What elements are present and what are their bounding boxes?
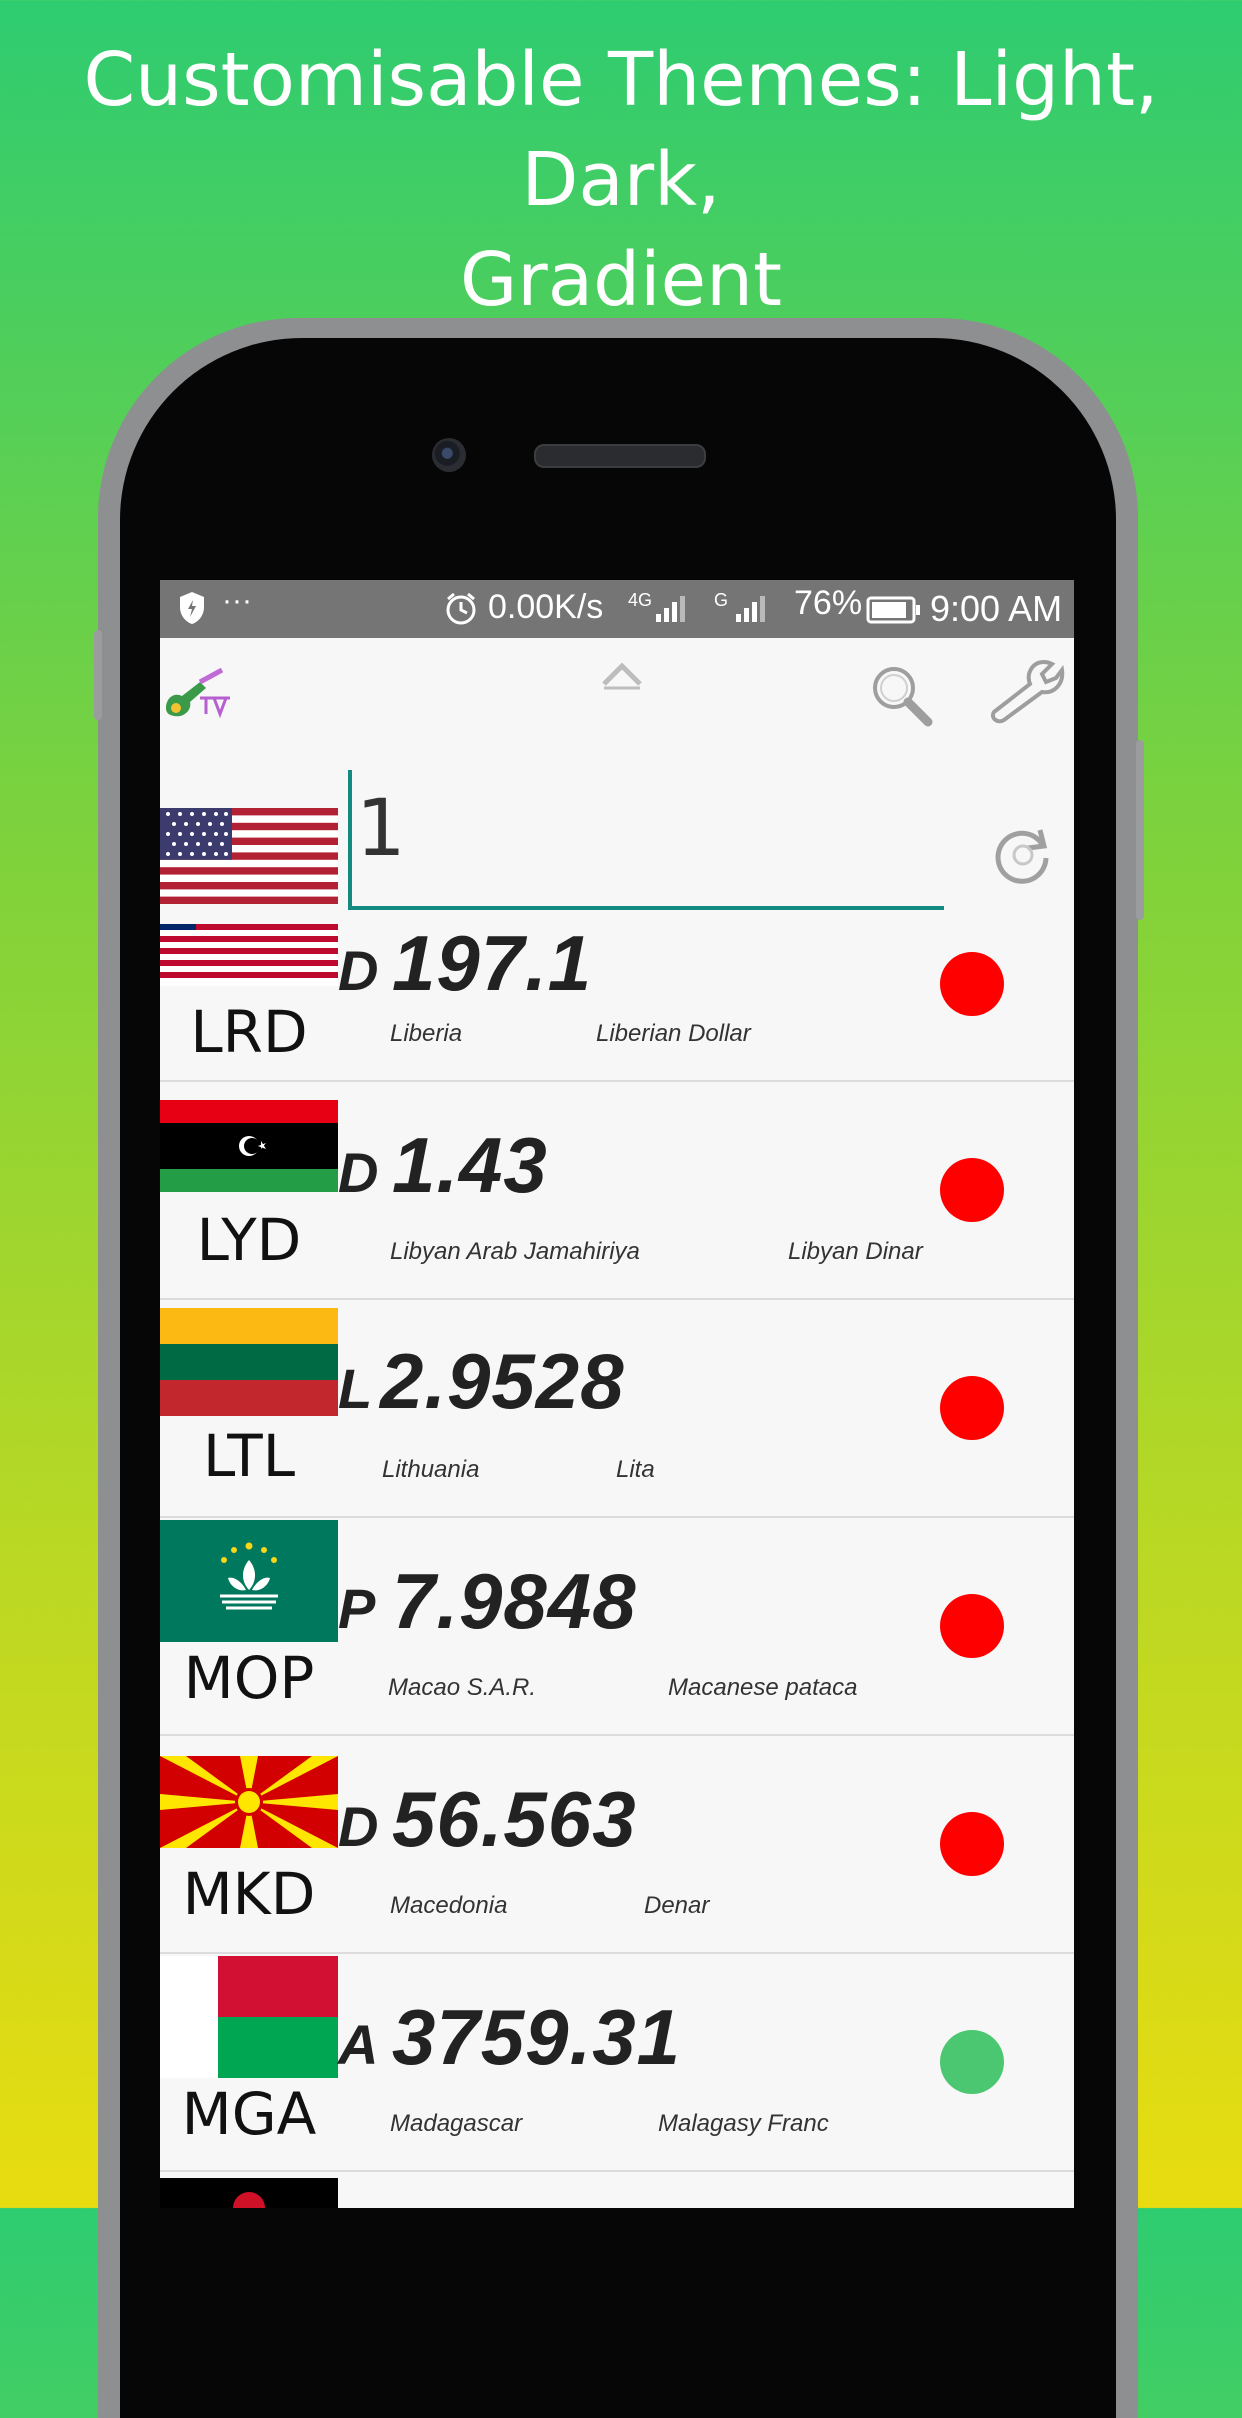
phone-side-button-left — [94, 630, 102, 720]
country-name: Macao S.A.R. — [388, 1674, 537, 1701]
network-type-1: 4G — [628, 590, 653, 610]
status-dot[interactable] — [940, 2030, 1004, 2094]
app-toolbar — [160, 638, 1074, 770]
network-type-2: G — [714, 590, 729, 610]
liberia-flag-icon — [160, 924, 338, 986]
chevron-up-icon[interactable] — [600, 660, 644, 690]
us-flag-icon[interactable] — [160, 808, 338, 904]
status-dot[interactable] — [940, 1158, 1004, 1222]
currency-code: LYD — [196, 1206, 302, 1274]
wrench-icon[interactable] — [986, 656, 1065, 726]
currency-name: Malagasy Franc — [658, 2110, 829, 2137]
search-icon[interactable] — [866, 660, 936, 730]
currency-row-mga[interactable]: MGA A 3759.31 Madagascar Malagasy Franc — [160, 1954, 1074, 2172]
currency-symbol: D — [338, 1141, 379, 1204]
currency-name: Macanese pataca — [668, 1674, 858, 1701]
status-dot[interactable] — [940, 952, 1004, 1016]
converted-value: 197.1 — [392, 919, 593, 1007]
converted-value: 56.563 — [392, 1775, 637, 1863]
phone-side-button-right — [1136, 740, 1144, 920]
promo-headline: Customisable Themes: Light, Dark, Gradie… — [0, 30, 1242, 330]
converted-value: 3759.31 — [392, 1993, 681, 2081]
status-dot[interactable] — [940, 1594, 1004, 1658]
currency-symbol: D — [338, 939, 379, 1002]
currency-row-ltl[interactable]: LTL L 2.9528 Lithuania Lita — [160, 1300, 1074, 1518]
currency-name: Denar — [644, 1892, 710, 1919]
currency-code: MGA — [181, 2080, 317, 2148]
alarm-icon — [444, 592, 478, 635]
status-bar: ··· 0.00K/s 4G G 76% 9:00 AM — [160, 580, 1074, 638]
status-more: ··· — [222, 584, 252, 617]
refresh-icon[interactable] — [990, 822, 1056, 888]
battery-percent: 76% — [794, 584, 863, 622]
status-dot[interactable] — [940, 1376, 1004, 1440]
country-name: Lithuania — [382, 1456, 480, 1483]
currency-name: Libyan Dinar — [788, 1238, 923, 1265]
signal-icon — [656, 592, 696, 633]
currency-row-lrd[interactable]: LRD D 197.1 Liberia Liberian Dollar — [160, 919, 1074, 1082]
madagascar-flag-icon — [160, 1956, 338, 2078]
partial-flag-icon — [160, 2178, 338, 2208]
clock: 9:00 AM — [930, 588, 1063, 629]
libya-flag-icon — [160, 1100, 338, 1192]
currency-symbol: P — [338, 1577, 376, 1640]
country-name: Libyan Arab Jamahiriya — [390, 1238, 640, 1265]
battery-icon — [866, 594, 922, 633]
currency-symbol: A — [338, 2013, 379, 2076]
base-amount-row: 1 — [160, 770, 1074, 912]
converted-value: 1.43 — [392, 1121, 548, 1209]
currency-symbol: D — [338, 1795, 379, 1858]
country-name: Macedonia — [390, 1892, 508, 1919]
amount-input[interactable] — [348, 770, 944, 910]
currency-list: LRD D 197.1 Liberia Liberian Dollar LYD … — [160, 919, 1074, 2208]
currency-code: LTL — [202, 1422, 296, 1490]
currency-row-mop[interactable]: MOP P 7.9848 Macao S.A.R. Macanese patac… — [160, 1518, 1074, 1736]
currency-row-lyd[interactable]: LYD D 1.43 Libyan Arab Jamahiriya Libyan… — [160, 1082, 1074, 1300]
earpiece-speaker — [534, 444, 706, 468]
amount-value: 1 — [356, 784, 406, 874]
status-dot[interactable] — [940, 1812, 1004, 1876]
front-camera — [432, 438, 466, 472]
phone-screen: ··· 0.00K/s 4G G 76% 9:00 AM 1 LRD D 197… — [160, 580, 1074, 2208]
converted-value: 7.9848 — [392, 1557, 637, 1645]
app-logo-icon — [160, 667, 232, 724]
currency-name: Liberian Dollar — [596, 1020, 751, 1047]
macao-flag-icon — [160, 1520, 338, 1642]
network-speed: 0.00K/s — [488, 588, 604, 626]
headline-line-1: Customisable Themes: Light, Dark, — [83, 37, 1159, 223]
currency-code: MOP — [183, 1644, 315, 1712]
currency-symbol: L — [338, 1357, 373, 1420]
signal-icon-2 — [736, 592, 776, 633]
currency-code: LRD — [190, 998, 308, 1066]
currency-row-mkd[interactable]: MKD D 56.563 Macedonia Denar — [160, 1736, 1074, 1954]
shield-icon — [178, 590, 206, 635]
lithuania-flag-icon — [160, 1308, 338, 1416]
currency-name: Lita — [616, 1456, 655, 1483]
currency-code: MKD — [182, 1860, 316, 1928]
currency-row-partial[interactable] — [160, 2172, 1074, 2208]
converted-value: 2.9528 — [380, 1337, 625, 1425]
macedonia-flag-icon — [160, 1756, 338, 1848]
country-name: Madagascar — [390, 2110, 523, 2137]
country-name: Liberia — [390, 1020, 463, 1047]
headline-line-2: Gradient — [459, 237, 783, 323]
